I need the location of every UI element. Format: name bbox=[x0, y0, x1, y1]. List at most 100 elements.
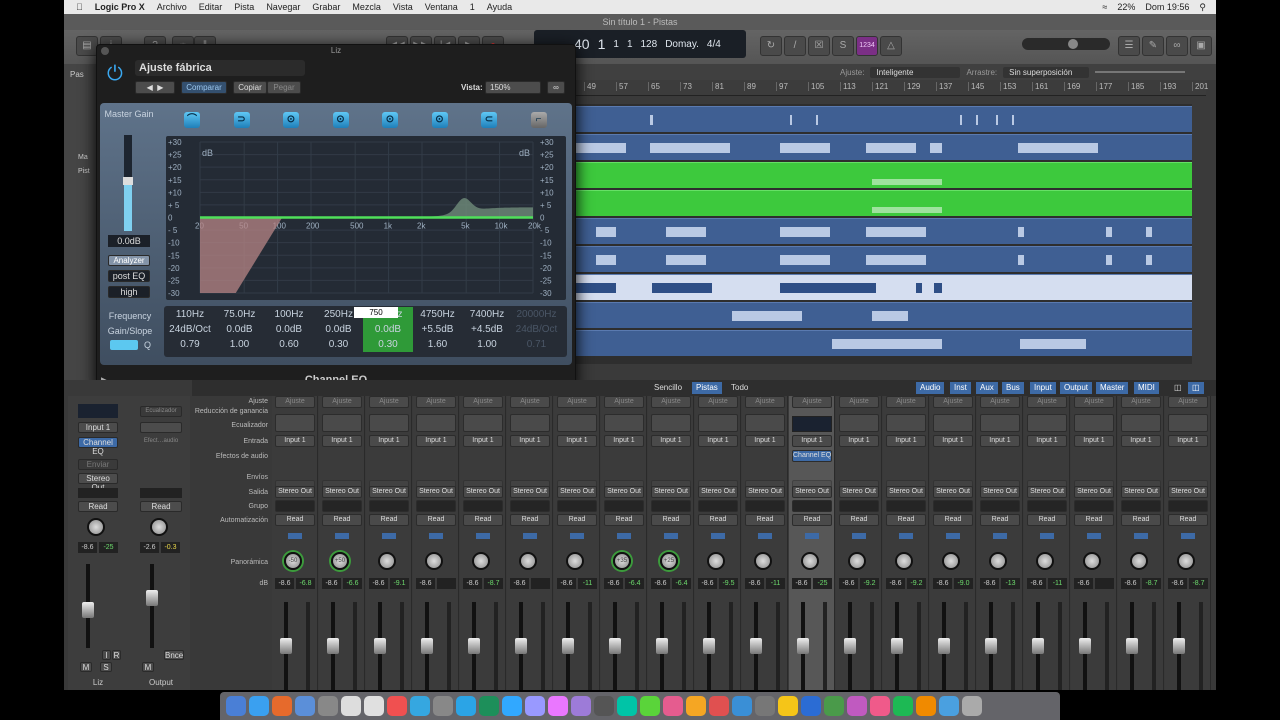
eq-slot[interactable] bbox=[463, 414, 503, 432]
dock-app-icon[interactable] bbox=[801, 696, 821, 716]
setting-button[interactable]: Ajuste bbox=[745, 396, 785, 408]
group-slot[interactable] bbox=[698, 500, 738, 512]
track-region[interactable] bbox=[576, 134, 1192, 160]
group-slot[interactable] bbox=[792, 500, 832, 512]
eq-thumbnail[interactable] bbox=[78, 404, 118, 418]
track-region[interactable] bbox=[576, 302, 1192, 328]
automation-mode[interactable]: Read bbox=[698, 514, 738, 526]
mixer-filter-input[interactable]: Input bbox=[1030, 382, 1056, 394]
track-icon[interactable] bbox=[288, 533, 302, 539]
app-menu[interactable]: Logic Pro X bbox=[95, 2, 145, 12]
volume-value[interactable]: -8.6 bbox=[416, 578, 435, 589]
output-slot[interactable]: Stereo Out bbox=[886, 486, 926, 498]
volume-value[interactable]: -8.6 bbox=[322, 578, 341, 589]
dock-app-icon[interactable] bbox=[594, 696, 614, 716]
group-slot[interactable] bbox=[557, 500, 597, 512]
automation-mode[interactable]: Read bbox=[839, 514, 879, 526]
automation-mode[interactable]: Read bbox=[275, 514, 315, 526]
solo-icon[interactable]: ☒ bbox=[808, 36, 830, 56]
setting-button[interactable]: Ajuste bbox=[1027, 396, 1067, 408]
automation-mode[interactable]: Read bbox=[140, 501, 182, 512]
group-slot[interactable] bbox=[1121, 500, 1161, 512]
automation-mode[interactable]: Read bbox=[1168, 514, 1208, 526]
setting-button[interactable]: Ajuste bbox=[651, 396, 691, 408]
input-slot[interactable]: Input 1 bbox=[1027, 435, 1067, 447]
band-q[interactable]: 0.30 bbox=[363, 337, 413, 352]
pan-knob[interactable] bbox=[942, 552, 960, 570]
eq-curve-display[interactable]: +30 +30+25 +25+20 +20+15 +15+10 +10+ 5 + 50 0- … bbox=[166, 136, 566, 300]
battery-status[interactable]: 22% bbox=[1117, 2, 1135, 12]
mixer-filter-audio[interactable]: Audio bbox=[916, 382, 945, 394]
dock-app-icon[interactable] bbox=[341, 696, 361, 716]
dock-app-icon[interactable] bbox=[364, 696, 384, 716]
group-slot[interactable] bbox=[322, 500, 362, 512]
clock[interactable]: Dom 19:56 bbox=[1145, 2, 1189, 12]
fader-cap[interactable] bbox=[562, 638, 574, 654]
compare-button[interactable]: Comparar bbox=[181, 81, 227, 94]
pan-knob[interactable] bbox=[895, 552, 913, 570]
setting-button[interactable]: Ajuste bbox=[886, 396, 926, 408]
track-region[interactable] bbox=[576, 106, 1192, 132]
track-icon[interactable] bbox=[805, 533, 819, 539]
sidebar-item[interactable]: Pas bbox=[70, 70, 84, 79]
track-icon[interactable] bbox=[476, 533, 490, 539]
audio-fx-slot[interactable]: Efect…audio bbox=[140, 438, 182, 444]
band-1-params[interactable]: 110Hz 24dB/Oct 0.79 bbox=[165, 307, 215, 352]
menu-item[interactable]: Mezcla bbox=[352, 2, 381, 12]
eq-slot[interactable] bbox=[886, 414, 926, 432]
dock-app-icon[interactable] bbox=[939, 696, 959, 716]
volume-value[interactable]: -8.6 bbox=[1027, 578, 1046, 589]
setting-button[interactable]: Ajuste bbox=[1168, 396, 1208, 408]
input-slot[interactable]: Input 1 bbox=[604, 435, 644, 447]
dock-app-icon[interactable] bbox=[433, 696, 453, 716]
input-slot[interactable]: Input 1 bbox=[980, 435, 1020, 447]
output-slot[interactable]: Stereo Out bbox=[416, 486, 456, 498]
track-icon[interactable] bbox=[523, 533, 537, 539]
automation-mode[interactable]: Read bbox=[463, 514, 503, 526]
frequency-edit-field[interactable]: 750 bbox=[354, 307, 398, 318]
input-slot[interactable]: Input 1 bbox=[1168, 435, 1208, 447]
fader-cap[interactable] bbox=[985, 638, 997, 654]
fader-cap[interactable] bbox=[703, 638, 715, 654]
low-cut-icon[interactable]: ⌒ bbox=[184, 112, 200, 128]
master-volume-slider[interactable] bbox=[1022, 38, 1110, 50]
fader-cap[interactable] bbox=[327, 638, 339, 654]
output-slot[interactable]: Stereo Out bbox=[369, 486, 409, 498]
band-freq[interactable]: 75.0Hz bbox=[215, 307, 265, 322]
output-slot[interactable]: Stereo Out bbox=[322, 486, 362, 498]
analyzer-button[interactable]: Analyzer bbox=[108, 255, 150, 266]
dock-app-icon[interactable] bbox=[824, 696, 844, 716]
bounce-button[interactable]: Bnce bbox=[164, 650, 184, 660]
volume-value[interactable]: -8.6 bbox=[369, 578, 388, 589]
automation-mode[interactable]: Read bbox=[604, 514, 644, 526]
band-q[interactable]: 0.30 bbox=[314, 337, 364, 352]
fader-cap[interactable] bbox=[1032, 638, 1044, 654]
group-slot[interactable] bbox=[933, 500, 973, 512]
output-slot[interactable]: Stereo Out bbox=[604, 486, 644, 498]
input-slot[interactable]: Input 1 bbox=[369, 435, 409, 447]
fader-cap[interactable] bbox=[1173, 638, 1185, 654]
pan-knob[interactable] bbox=[425, 552, 443, 570]
dock-app-icon[interactable] bbox=[916, 696, 936, 716]
pan-knob[interactable] bbox=[754, 552, 772, 570]
link-q-button[interactable] bbox=[110, 340, 138, 350]
output-slot[interactable]: Stereo Out bbox=[651, 486, 691, 498]
output-slot[interactable]: Stereo Out bbox=[1027, 486, 1067, 498]
eq-slot[interactable] bbox=[369, 414, 409, 432]
metronome-icon[interactable]: △ bbox=[880, 36, 902, 56]
dock-app-icon[interactable] bbox=[525, 696, 545, 716]
input-slot[interactable]: Input 1 bbox=[839, 435, 879, 447]
input-slot[interactable]: Input 1 bbox=[510, 435, 550, 447]
pan-knob[interactable] bbox=[472, 552, 490, 570]
preset-prev-next[interactable]: ◀ ▶ bbox=[135, 81, 175, 94]
automation-mode[interactable]: Read bbox=[557, 514, 597, 526]
preset-menu[interactable]: Ajuste fábrica bbox=[135, 60, 305, 76]
pan-knob[interactable] bbox=[519, 552, 537, 570]
input-slot[interactable]: Input 1 bbox=[78, 422, 118, 433]
pan-knob[interactable] bbox=[801, 552, 819, 570]
automation-mode[interactable]: Read bbox=[510, 514, 550, 526]
dock-app-icon[interactable] bbox=[709, 696, 729, 716]
low-shelf-icon[interactable]: ⊃ bbox=[233, 112, 250, 128]
output-slot[interactable]: Stereo Out bbox=[463, 486, 503, 498]
pan-knob[interactable]: -50 bbox=[284, 552, 302, 570]
